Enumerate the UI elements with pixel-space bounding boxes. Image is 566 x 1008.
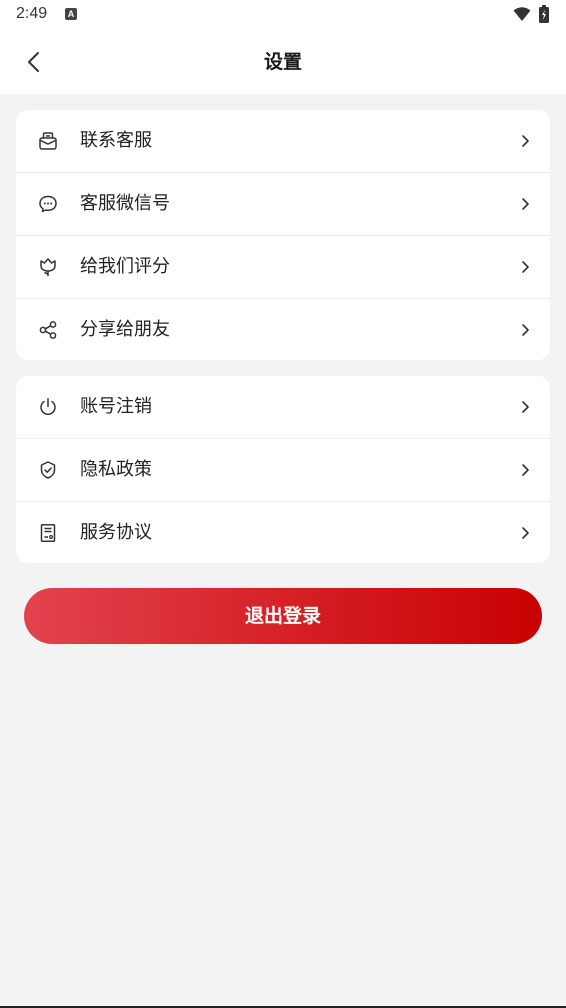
chevron-right-icon <box>520 526 530 540</box>
logout-button[interactable]: 退出登录 <box>24 588 542 644</box>
menu-item-label: 给我们评分 <box>80 256 170 277</box>
status-bar: 2:49 A <box>0 0 566 30</box>
menu-item-delete-account[interactable]: 账号注销 <box>16 376 550 439</box>
menu-item-label: 隐私政策 <box>80 459 152 480</box>
chevron-right-icon <box>520 400 530 414</box>
wifi-icon <box>513 6 531 22</box>
chevron-right-icon <box>520 197 530 211</box>
menu-item-label: 客服微信号 <box>80 193 170 214</box>
chevron-right-icon <box>520 260 530 274</box>
menu-item-contact-service[interactable]: 联系客服 <box>16 110 550 173</box>
back-button[interactable] <box>18 46 50 78</box>
chat-bubble-icon <box>38 194 58 214</box>
menu-item-share-friends[interactable]: 分享给朋友 <box>16 299 550 360</box>
flower-rating-icon <box>38 257 58 277</box>
power-icon <box>38 397 58 417</box>
menu-item-label: 服务协议 <box>80 522 152 543</box>
chevron-right-icon <box>520 323 530 337</box>
chevron-right-icon <box>520 463 530 477</box>
document-icon <box>38 523 58 543</box>
battery-icon <box>539 5 549 23</box>
status-time: 2:49 <box>16 5 48 22</box>
customer-service-icon <box>38 131 58 151</box>
menu-item-label: 账号注销 <box>80 396 152 417</box>
menu-item-rate-us[interactable]: 给我们评分 <box>16 236 550 299</box>
notification-a-icon: A <box>65 8 77 20</box>
menu-item-label: 分享给朋友 <box>80 319 170 340</box>
app-header: 设置 <box>0 30 566 94</box>
page-title: 设置 <box>263 51 302 73</box>
menu-item-privacy-policy[interactable]: 隐私政策 <box>16 439 550 502</box>
menu-item-label: 联系客服 <box>80 130 152 151</box>
chevron-left-icon <box>18 46 50 78</box>
shield-check-icon <box>38 460 58 480</box>
settings-group-account: 账号注销 隐私政策 服务协议 <box>16 376 550 563</box>
menu-item-service-wechat[interactable]: 客服微信号 <box>16 173 550 236</box>
settings-group-general: 联系客服 客服微信号 给我们评分 分享给朋友 <box>16 110 550 360</box>
share-icon <box>38 320 58 340</box>
chevron-right-icon <box>520 134 530 148</box>
menu-item-service-agreement[interactable]: 服务协议 <box>16 502 550 563</box>
